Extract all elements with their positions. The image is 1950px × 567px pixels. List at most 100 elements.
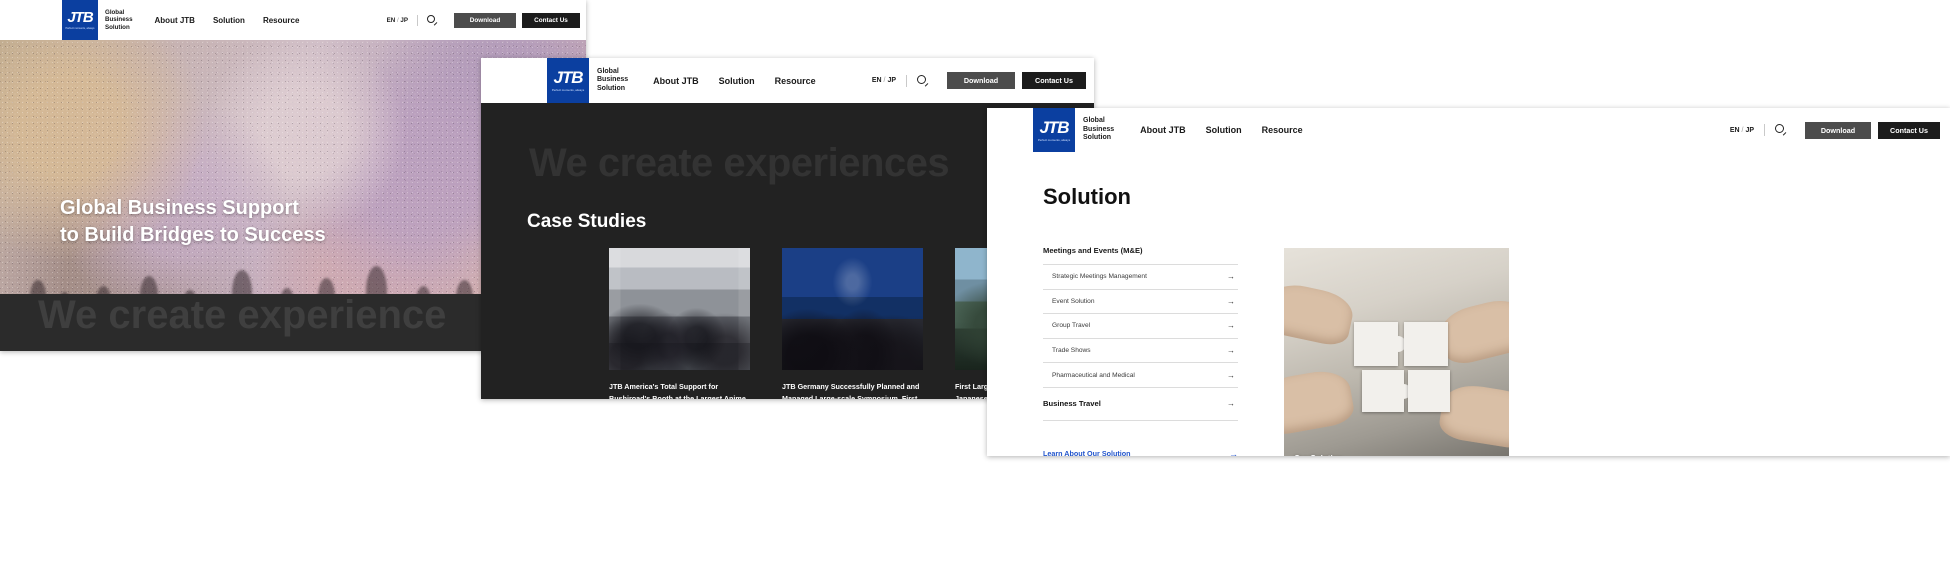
solution-item-event-solution[interactable]: Event Solution →	[1043, 288, 1238, 314]
solution-item-strategic-meetings-management[interactable]: Strategic Meetings Management →	[1043, 264, 1238, 289]
site-header: JTB Perfect moments, always Global Busin…	[987, 108, 1950, 152]
solution-item-label: Trade Shows	[1052, 347, 1091, 355]
solution-item-label: Event Solution	[1052, 297, 1095, 305]
solution-item-business-travel[interactable]: Business Travel →	[1043, 386, 1238, 421]
jtb-logo-tagline: Perfect moments, always	[65, 26, 95, 30]
page-title: Solution	[1043, 184, 1131, 209]
cta-label: Learn About Our Solution	[1043, 449, 1131, 456]
arrow-right-icon: →	[1227, 399, 1235, 409]
brand-line-2: Business	[105, 16, 133, 24]
jtb-logo-mark: JTB	[1039, 117, 1069, 137]
search-icon[interactable]	[917, 74, 929, 87]
download-button[interactable]: Download	[454, 12, 516, 28]
arrow-right-icon: →	[1227, 346, 1235, 356]
solution-group-title: Meetings and Events (M&E)	[1043, 246, 1143, 255]
solution-image-caption: Our Solution	[1294, 454, 1342, 456]
download-button[interactable]: Download	[1805, 121, 1871, 139]
jtb-logo-mark: JTB	[553, 68, 583, 88]
nav-item-solution[interactable]: Solution	[213, 16, 245, 25]
contact-us-button[interactable]: Contact Us	[1878, 121, 1940, 139]
solution-item-label: Group Travel	[1052, 322, 1091, 330]
arrow-right-icon: →	[1229, 448, 1238, 456]
brand-name: Global Business Solution	[105, 0, 133, 40]
arrow-right-icon: →	[1227, 321, 1235, 331]
solution-item-group-travel[interactable]: Group Travel →	[1043, 313, 1238, 338]
solution-menu: Meetings and Events (M&E) Strategic Meet…	[1043, 246, 1238, 456]
main-nav: About JTB Solution Resource	[1140, 108, 1303, 152]
browser-window-solution: JTB Perfect moments, always Global Busin…	[987, 108, 1950, 456]
hero-headline: Global Business Support to Build Bridges…	[60, 195, 326, 248]
case-study-thumbnail[interactable]	[782, 248, 923, 370]
jtb-logo[interactable]: JTB Perfect moments, always	[62, 0, 98, 40]
search-icon[interactable]	[427, 14, 438, 26]
arrow-right-icon: →	[1227, 370, 1235, 380]
search-icon[interactable]	[1775, 124, 1787, 136]
language-switcher[interactable]: EN / JP	[387, 17, 408, 24]
header-actions: EN / JP Download Contact Us	[1730, 108, 1940, 152]
lang-en[interactable]: EN	[872, 77, 882, 84]
brand-line-1: Global	[1083, 117, 1105, 125]
nav-item-resource[interactable]: Resource	[1262, 125, 1303, 135]
nav-item-resource[interactable]: Resource	[775, 76, 816, 86]
brand-line-2: Business	[1083, 125, 1115, 133]
language-switcher[interactable]: EN / JP	[1730, 127, 1754, 134]
lang-separator: /	[396, 16, 399, 24]
nav-item-about-jtb[interactable]: About JTB	[155, 16, 195, 25]
brand-name: Global Business Solution	[597, 58, 628, 103]
jtb-logo-tagline: Perfect moments, always	[1037, 137, 1071, 142]
case-study-thumbnail[interactable]	[609, 248, 750, 370]
solution-item-trade-shows[interactable]: Trade Shows →	[1043, 337, 1238, 363]
nav-item-resource[interactable]: Resource	[263, 16, 299, 25]
hero-headline-line-1: Global Business Support	[60, 197, 299, 219]
nav-item-solution[interactable]: Solution	[719, 76, 755, 86]
solution-page-body: Solution Meetings and Events (M&E) Strat…	[987, 152, 1950, 456]
lang-jp[interactable]: JP	[887, 77, 896, 84]
lang-en[interactable]: EN	[1730, 127, 1740, 134]
header-divider	[906, 74, 907, 87]
brand-line-3: Solution	[105, 23, 130, 31]
download-button[interactable]: Download	[947, 72, 1015, 89]
brand-line-1: Global	[597, 67, 619, 75]
nav-item-about-jtb[interactable]: About JTB	[1140, 125, 1186, 135]
case-study-caption: JTB Germany Successfully Planned and Man…	[782, 382, 920, 399]
nav-item-solution[interactable]: Solution	[1206, 125, 1242, 135]
solution-item-pharmaceutical-and-medical[interactable]: Pharmaceutical and Medical →	[1043, 362, 1238, 387]
hero-headline-line-2: to Build Bridges to Success	[60, 223, 326, 246]
arrow-right-icon: →	[1227, 296, 1235, 306]
brand-line-2: Business	[597, 76, 629, 84]
arrow-right-icon: →	[1227, 272, 1235, 282]
puzzle-hands-photo	[1284, 248, 1509, 456]
header-divider	[1764, 124, 1765, 136]
header-actions: EN / JP Download Contact Us	[872, 58, 1086, 103]
jtb-logo[interactable]: JTB Perfect moments, always	[1033, 108, 1075, 152]
case-study-card[interactable]: JTB America's Total Support for Bushiroa…	[609, 248, 750, 399]
solution-item-label: Strategic Meetings Management	[1052, 273, 1147, 281]
learn-about-our-solution-link[interactable]: Learn About Our Solution →	[1043, 449, 1238, 456]
nav-item-about-jtb[interactable]: About JTB	[653, 76, 699, 86]
contact-us-button[interactable]: Contact Us	[1022, 72, 1086, 89]
main-nav: About JTB Solution Resource	[155, 0, 300, 40]
ghost-headline: We create experiences	[529, 141, 950, 185]
header-divider	[417, 14, 418, 26]
lang-jp[interactable]: JP	[400, 17, 408, 24]
lang-jp[interactable]: JP	[1745, 127, 1754, 134]
site-header: JTB Perfect moments, always Global Busin…	[481, 58, 1094, 103]
language-switcher[interactable]: EN / JP	[872, 77, 896, 84]
lang-separator: /	[883, 77, 886, 84]
expo-hall-photo	[609, 248, 750, 370]
brand-line-3: Solution	[597, 84, 625, 92]
screenshot-stage: JTB Perfect moments, always Global Busin…	[0, 0, 1950, 567]
brand-line-3: Solution	[1083, 134, 1111, 142]
site-header: JTB Perfect moments, always Global Busin…	[0, 0, 586, 40]
jtb-logo-tagline: Perfect moments, always	[551, 88, 585, 93]
case-study-card[interactable]: JTB Germany Successfully Planned and Man…	[782, 248, 923, 399]
solution-item-label: Pharmaceutical and Medical	[1052, 371, 1135, 379]
symposium-audience-photo	[782, 248, 923, 370]
jtb-logo[interactable]: JTB Perfect moments, always	[547, 58, 589, 103]
main-nav: About JTB Solution Resource	[653, 58, 816, 103]
jtb-logo-mark: JTB	[67, 8, 93, 26]
header-actions: EN / JP Download Contact Us	[387, 0, 580, 40]
brand-line-1: Global	[105, 8, 125, 16]
contact-us-button[interactable]: Contact Us	[522, 12, 580, 28]
lang-en[interactable]: EN	[387, 17, 396, 24]
